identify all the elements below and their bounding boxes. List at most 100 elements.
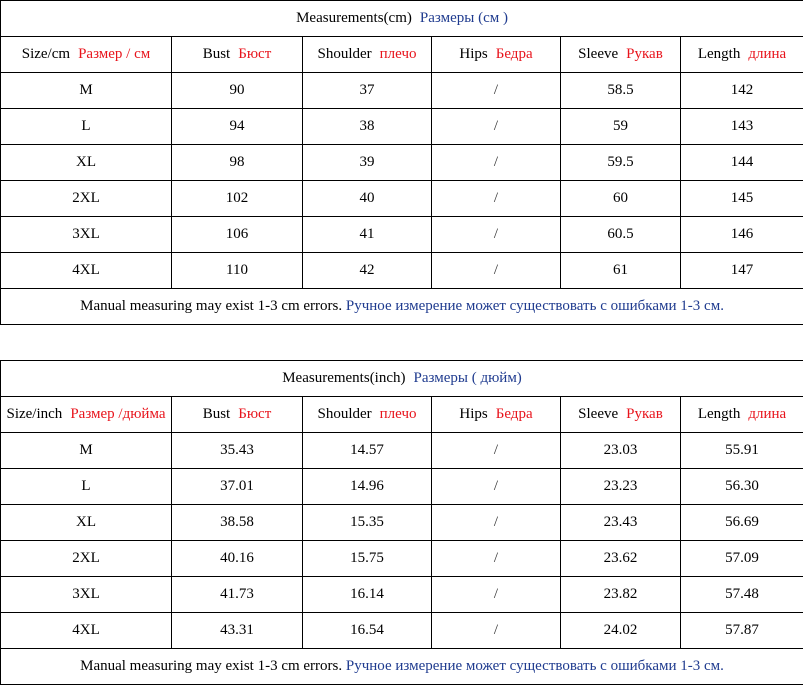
value-cell: 39	[302, 144, 432, 181]
value-cell: /	[431, 180, 561, 217]
value-cell: 38	[302, 108, 432, 145]
value-cell: 57.09	[679, 540, 803, 577]
value-cell: 102	[171, 180, 303, 217]
header-russian: Бюст	[238, 46, 272, 62]
size-cell: XL	[0, 504, 172, 541]
value-cell: 106	[171, 216, 303, 253]
column-header: Length длина	[679, 36, 803, 73]
header-russian: Размер / см	[78, 46, 151, 62]
note-russian: Ручное измерение может существовать с ош…	[345, 658, 724, 674]
header-row: Size/cm Размер / см Bust Бюст Shoulder плечо H…	[0, 36, 803, 73]
column-header: Shoulder плечо	[302, 396, 432, 433]
size-cell: XL	[0, 144, 172, 181]
value-cell: /	[431, 504, 561, 541]
value-cell: 14.96	[302, 468, 432, 505]
header-russian: длина	[748, 46, 787, 62]
table-row: M 35.43 14.57/23.03 55.91	[0, 432, 803, 469]
value-cell: /	[431, 540, 561, 577]
table-row: XL 38.58 15.35/23.43 56.69	[0, 504, 803, 541]
header-english: Length	[697, 406, 741, 422]
value-cell: 24.02	[560, 612, 681, 649]
value-cell: 23.03	[560, 432, 681, 469]
table-row: 4XL 43.31 16.54/24.02 57.87	[0, 612, 803, 649]
value-cell: 110	[171, 252, 303, 289]
note-row: Manual measuring may exist 1-3 cm errors…	[0, 648, 803, 685]
column-header: Bust Бюст	[171, 36, 303, 73]
column-header: Hips Бедра	[431, 396, 561, 433]
header-english: Sleeve	[578, 406, 619, 422]
value-cell: 23.82	[560, 576, 681, 613]
value-cell: 23.62	[560, 540, 681, 577]
note-english: Manual measuring may exist 1-3 cm errors…	[80, 298, 343, 314]
column-header: Bust Бюст	[171, 396, 303, 433]
header-english: Size/cm	[21, 46, 71, 62]
table-row: XL 98 39/59.5 144	[0, 144, 803, 181]
header-row: Size/inch Размер /дюйма Bust Бюст Shoulder пл…	[0, 396, 803, 433]
value-cell: /	[431, 108, 561, 145]
value-cell: 90	[171, 72, 303, 109]
table-title-row: Measurements(inch) Размеры ( дюйм)	[0, 360, 803, 397]
table-row: M 90 37/58.5 142	[0, 72, 803, 109]
value-cell: 14.57	[302, 432, 432, 469]
column-header: Length длина	[679, 396, 803, 433]
value-cell: 23.23	[560, 468, 681, 505]
value-cell: 16.14	[302, 576, 432, 613]
size-cell: 4XL	[0, 612, 172, 649]
value-cell: /	[431, 468, 561, 505]
table-title: Measurements(inch) Размеры ( дюйм)	[0, 360, 803, 397]
value-cell: /	[431, 144, 561, 181]
value-cell: 60	[560, 180, 681, 217]
value-cell: 145	[679, 180, 803, 217]
table-row: L 37.01 14.96/23.23 56.30	[0, 468, 803, 505]
header-russian: Бедра	[495, 406, 533, 422]
value-cell: 146	[679, 216, 803, 253]
value-cell: /	[431, 612, 561, 649]
value-cell: 37	[302, 72, 432, 109]
title-english: Measurements(inch)	[282, 370, 406, 386]
measuring-note: Manual measuring may exist 1-3 cm errors…	[0, 288, 803, 325]
header-russian: Рукав	[626, 46, 663, 62]
value-cell: 98	[171, 144, 303, 181]
size-cell: 3XL	[0, 576, 172, 613]
column-header: Shoulder плечо	[302, 36, 432, 73]
value-cell: /	[431, 576, 561, 613]
size-cell: M	[0, 432, 172, 469]
value-cell: 57.87	[679, 612, 803, 649]
size-table-cm: Measurements(cm) Размеры (см ) Size/cm Разм…	[0, 0, 803, 325]
value-cell: 40.16	[171, 540, 303, 577]
table-row: 2XL 102 40/60 145	[0, 180, 803, 217]
value-cell: 37.01	[171, 468, 303, 505]
value-cell: 57.48	[679, 576, 803, 613]
value-cell: 15.35	[302, 504, 432, 541]
header-russian: плечо	[379, 406, 417, 422]
value-cell: 94	[171, 108, 303, 145]
value-cell: 40	[302, 180, 432, 217]
table-row: L 94 38/59 143	[0, 108, 803, 145]
value-cell: 41	[302, 216, 432, 253]
header-english: Bust	[202, 46, 231, 62]
size-cell: M	[0, 72, 172, 109]
value-cell: 144	[679, 144, 803, 181]
value-cell: 56.30	[679, 468, 803, 505]
header-russian: плечо	[379, 46, 417, 62]
value-cell: 16.54	[302, 612, 432, 649]
header-english: Bust	[202, 406, 231, 422]
value-cell: /	[431, 252, 561, 289]
title-russian: Размеры (см )	[419, 10, 508, 26]
value-cell: /	[431, 72, 561, 109]
value-cell: 59	[560, 108, 681, 145]
header-english: Hips	[459, 406, 488, 422]
header-english: Size/inch	[6, 406, 63, 422]
value-cell: 61	[560, 252, 681, 289]
value-cell: /	[431, 216, 561, 253]
table-title: Measurements(cm) Размеры (см )	[0, 0, 803, 37]
note-russian: Ручное измерение может существовать с ош…	[345, 298, 724, 314]
header-russian: Рукав	[626, 406, 663, 422]
value-cell: 143	[679, 108, 803, 145]
header-english: Hips	[459, 46, 488, 62]
column-header: Size/cm Размер / см	[0, 36, 172, 73]
header-english: Length	[697, 46, 741, 62]
table-body: Measurements(cm) Размеры (см ) Size/cm Разм…	[0, 0, 803, 325]
value-cell: 23.43	[560, 504, 681, 541]
title-russian: Размеры ( дюйм)	[413, 370, 522, 386]
